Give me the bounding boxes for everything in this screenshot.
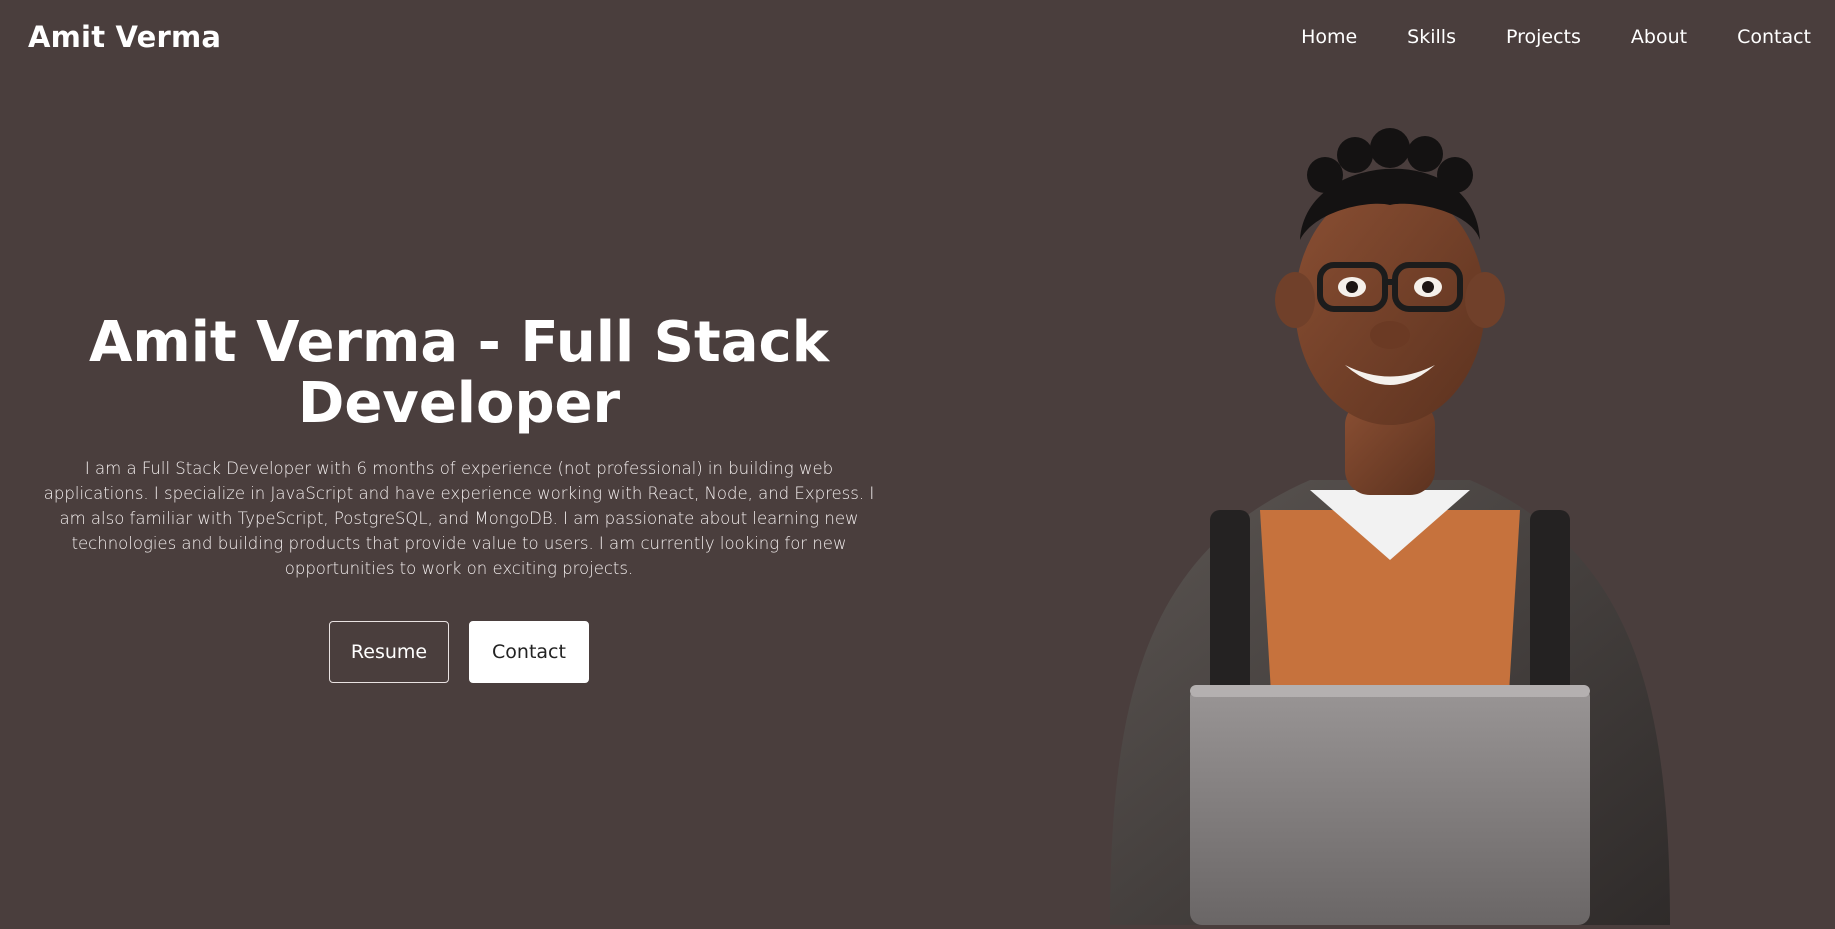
contact-button[interactable]: Contact <box>469 621 589 683</box>
hero-actions: Resume Contact <box>30 621 888 683</box>
resume-button[interactable]: Resume <box>329 621 449 683</box>
nav-link-projects[interactable]: Projects <box>1506 26 1581 48</box>
hero-section: Amit Verma - Full Stack Developer I am a… <box>30 312 888 683</box>
nav-link-home[interactable]: Home <box>1301 26 1357 48</box>
site-header: Amit Verma Home Skills Projects About Co… <box>0 0 1835 80</box>
hero-title: Amit Verma - Full Stack Developer <box>89 310 829 436</box>
site-brand[interactable]: Amit Verma <box>28 20 221 54</box>
nav-link-skills[interactable]: Skills <box>1407 26 1456 48</box>
hero-description: I am a Full Stack Developer with 6 month… <box>43 459 875 578</box>
nav-menu: Home Skills Projects About Contact <box>1251 26 1811 48</box>
nav-link-about[interactable]: About <box>1631 26 1687 48</box>
developer-avatar-illustration <box>1090 90 1690 925</box>
nav-link-contact[interactable]: Contact <box>1737 26 1811 48</box>
